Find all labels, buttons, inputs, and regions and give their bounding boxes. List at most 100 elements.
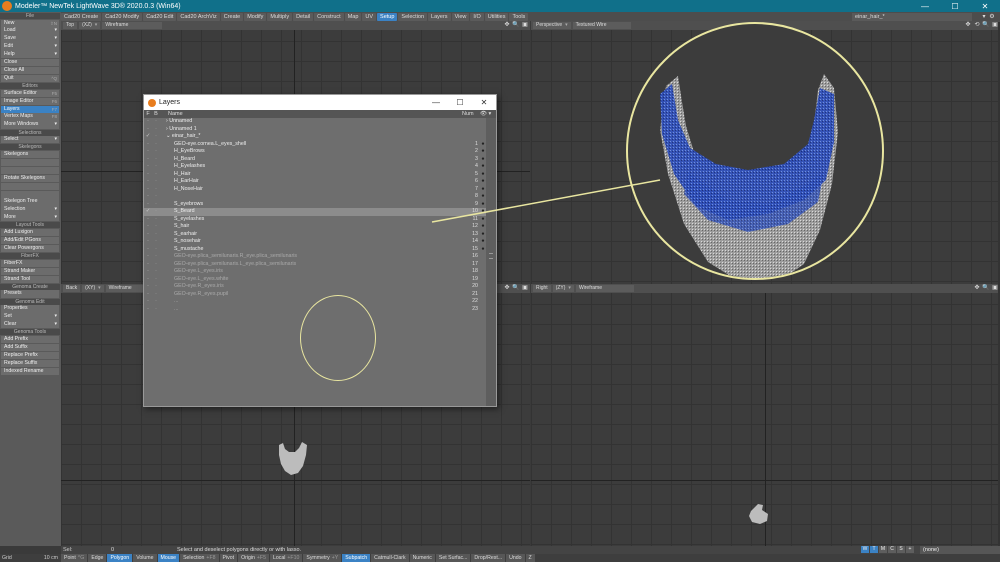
background-toggle[interactable]: · [152,163,160,171]
tab-modify[interactable]: Modify [244,12,267,21]
background-toggle[interactable]: · [152,291,160,299]
gear-icon[interactable]: ⚙ [988,13,996,20]
sidebar-btn-more[interactable]: More ▾ [1,214,59,222]
background-toggle[interactable]: · [152,126,160,134]
viewport-axes-select[interactable]: (XY) ▾ [82,285,104,292]
sidebar-btn-add-prefix[interactable]: Add Prefix [1,335,59,344]
sidebar-btn-layers[interactable]: Layers F7 [1,105,59,113]
zoom-icon[interactable]: 🔍 [512,22,520,29]
foreground-toggle[interactable]: ✓ [144,133,152,141]
subpatch-button[interactable]: Subpatch [342,554,371,562]
tab-setup[interactable]: Setup [377,12,398,21]
tab-map[interactable]: Map [344,12,362,21]
col-name-header[interactable]: Name [160,110,462,118]
col-foreground-header[interactable]: F [144,110,152,118]
background-toggle[interactable]: · [152,186,160,194]
background-toggle[interactable]: · [152,253,160,261]
sidebar-btn-help[interactable]: Help ▾ [1,51,59,59]
col-background-header[interactable]: B [152,110,160,118]
layer-row[interactable]: · · GEO-eye.L_eyes.white 19 [144,276,488,284]
foreground-toggle[interactable]: · [144,276,152,284]
foreground-toggle[interactable]: · [144,231,152,239]
z-button[interactable]: Z [525,554,535,562]
background-toggle[interactable]: · [152,246,160,254]
drop-rest-button[interactable]: Drop/Rest... [471,554,506,562]
foreground-toggle[interactable]: · [144,223,152,231]
undo-button[interactable]: Undo [506,554,525,562]
layer-row[interactable]: · · S_earhair 13 ● [144,231,488,239]
sidebar-btn-replace-prefix[interactable]: Replace Prefix [1,351,59,360]
sidebar-btn-save[interactable]: Save ▾ [1,35,59,43]
layer-row[interactable]: · · GEO-eye.plica_semilunaris.R_eye.plica_… [144,253,488,261]
move-view-icon[interactable]: ✥ [503,285,511,292]
background-toggle[interactable]: · [152,261,160,269]
sidebar-btn-vertex-maps[interactable]: Vertex Maps F8 [1,113,59,121]
view-mode-plus[interactable]: + [906,546,914,553]
maximize-viewport-icon[interactable]: ▣ [521,22,529,29]
background-toggle[interactable]: · [152,306,160,314]
foreground-toggle[interactable]: · [144,283,152,291]
sidebar-btn-properties[interactable]: Properties [1,305,59,313]
viewport-view-select[interactable]: Perspective ▾ [533,22,571,29]
layer-row[interactable]: · · GEO-eye.plica_semilunaris.L_eye.plica_… [144,261,488,269]
layer-row[interactable]: · · H_EyeBrows 2 ● [144,148,488,156]
eye-icon[interactable]: 👁 ▾ [480,110,496,118]
foreground-toggle[interactable]: · [144,253,152,261]
sidebar-btn-strand-tool[interactable]: Strand Tool [1,275,59,283]
foreground-toggle[interactable]: · [144,246,152,254]
background-toggle[interactable]: · [152,238,160,246]
tab-selection[interactable]: Selection [398,12,428,21]
foreground-toggle[interactable]: · [144,193,152,201]
sidebar-btn-set[interactable]: Set ▾ [1,313,59,321]
set-surfac-button[interactable]: Set Surfac... [435,554,471,562]
layer-row[interactable]: · · 8 ● [144,193,488,201]
foreground-toggle[interactable]: · [144,298,152,306]
sidebar-btn-clear-powergons[interactable]: Clear Powergons [1,244,59,253]
sidebar-btn-more-windows[interactable]: More Windows ▾ [1,121,59,129]
mouse-button[interactable]: Mouse [157,554,180,562]
foreground-toggle[interactable]: · [144,201,152,209]
tab-cad20-edit[interactable]: Cad20 Edit [143,12,177,21]
rotate-view-icon[interactable]: ⟲ [973,22,981,29]
tab-detail[interactable]: Detail [293,12,314,21]
background-toggle[interactable]: · [152,178,160,186]
sidebar-btn-add-edit-pgons[interactable]: Add/Edit PGons [1,236,59,245]
viewport-render-mode-select[interactable]: Textured Wire [572,22,631,29]
sidebar-btn-clear[interactable]: Clear ▾ [1,321,59,329]
polygon-button[interactable]: Polygon [107,554,133,562]
foreground-toggle[interactable]: · [144,261,152,269]
foreground-toggle[interactable]: · [144,238,152,246]
sidebar-btn-presets[interactable]: Presets [1,290,59,298]
local-button[interactable]: Local +F10 [270,554,303,562]
selection-button[interactable]: Selection +F8 [180,554,219,562]
foreground-toggle[interactable]: · [144,171,152,179]
sidebar-btn-surface-editor[interactable]: Surface Editor F5 [1,89,59,98]
sidebar-btn-new[interactable]: New ⇧N [1,19,59,27]
zoom-icon[interactable]: 🔍 [982,22,990,29]
col-num-header[interactable]: Num [462,110,480,118]
background-toggle[interactable]: · [152,148,160,156]
background-toggle[interactable]: · [152,208,160,216]
view-mode-m[interactable]: M [879,546,887,553]
foreground-toggle[interactable]: · [144,178,152,186]
layer-row[interactable]: · · H_Hair 5 ● [144,171,488,179]
point-button[interactable]: Point ^G [61,554,88,562]
tab-multiply[interactable]: Multiply [267,12,293,21]
view-mode-c[interactable]: C [888,546,896,553]
tab-cad20-create[interactable]: Cad20 Create [61,12,102,21]
layer-row[interactable]: · · S_eyebrows 9 ● [144,201,488,209]
sidebar-btn-load[interactable]: Load ▾ [1,27,59,35]
sidebar-btn-skelegons[interactable]: Skelegons [1,151,59,159]
background-toggle[interactable]: · [152,193,160,201]
foreground-toggle[interactable]: · [144,148,152,156]
symmetry-button[interactable]: Symmetry +Y [303,554,342,562]
background-toggle[interactable]: · [152,156,160,164]
background-toggle[interactable]: · [152,118,160,126]
layer-row[interactable]: ✓ · ⌄ einar_hair_* [144,133,488,141]
tab-i-o[interactable]: I/O [470,12,484,21]
view-mode-t[interactable]: T [870,546,878,553]
sidebar-btn-skelegon-tree[interactable]: Skelegon Tree [1,198,59,206]
sidebar-btn-strand-maker[interactable]: Strand Maker [1,267,59,275]
sidebar-btn-fiberfx[interactable]: FiberFX [1,259,59,268]
layer-row[interactable]: · · H_Eyelashes 4 ● [144,163,488,171]
